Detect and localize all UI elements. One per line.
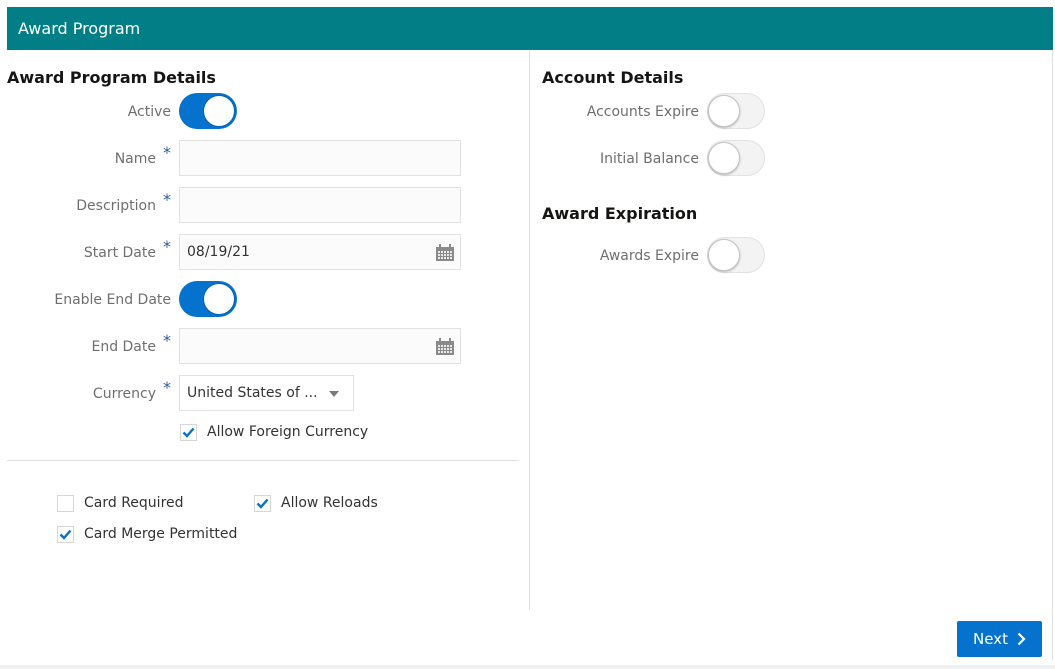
currency-value: United States of ... bbox=[187, 385, 318, 401]
page-title: Award Program bbox=[18, 19, 141, 38]
section-divider bbox=[7, 460, 519, 461]
accounts-expire-label: Accounts Expire bbox=[586, 104, 699, 120]
allow-foreign-currency-checkbox[interactable] bbox=[180, 424, 197, 441]
account-details-title: Account Details bbox=[542, 68, 684, 87]
checkmark-icon bbox=[256, 498, 269, 509]
name-label: Name bbox=[114, 151, 156, 167]
next-label: Next bbox=[973, 630, 1008, 648]
start-date-label: Start Date bbox=[83, 245, 156, 261]
calendar-icon[interactable] bbox=[436, 244, 454, 261]
toggle-knob bbox=[708, 239, 740, 271]
initial-balance-label: Initial Balance bbox=[599, 151, 699, 167]
required-icon: * bbox=[163, 237, 171, 256]
end-date-label: End Date bbox=[91, 339, 156, 355]
currency-label: Currency bbox=[92, 386, 156, 402]
start-date-value: 08/19/21 bbox=[187, 244, 250, 260]
calendar-icon[interactable] bbox=[436, 338, 454, 355]
active-toggle[interactable] bbox=[179, 93, 237, 129]
next-button[interactable]: Next bbox=[957, 621, 1042, 657]
description-input[interactable] bbox=[179, 187, 461, 223]
required-icon: * bbox=[163, 190, 171, 209]
accounts-expire-toggle[interactable] bbox=[707, 93, 765, 129]
enable-end-date-label: Enable End Date bbox=[54, 292, 171, 308]
description-label: Description bbox=[76, 198, 156, 214]
card-required-checkbox[interactable] bbox=[57, 495, 74, 512]
initial-balance-toggle[interactable] bbox=[707, 140, 765, 176]
toggle-knob bbox=[708, 95, 740, 127]
checkmark-icon bbox=[182, 427, 195, 438]
allow-reloads-label: Allow Reloads bbox=[281, 495, 378, 511]
awards-expire-toggle[interactable] bbox=[707, 237, 765, 273]
chevron-down-icon bbox=[329, 391, 339, 397]
chevron-right-icon bbox=[1017, 632, 1026, 646]
footer-border bbox=[0, 665, 1055, 669]
required-icon: * bbox=[163, 143, 171, 162]
active-label: Active bbox=[127, 104, 171, 120]
required-icon: * bbox=[163, 378, 171, 397]
award-program-details-title: Award Program Details bbox=[7, 68, 216, 87]
toggle-knob bbox=[203, 283, 235, 315]
end-date-input[interactable] bbox=[179, 328, 461, 364]
checkmark-icon bbox=[59, 529, 72, 540]
card-merge-permitted-checkbox[interactable] bbox=[57, 526, 74, 543]
column-divider bbox=[529, 50, 530, 610]
card-merge-permitted-label: Card Merge Permitted bbox=[84, 526, 238, 542]
allow-foreign-currency-label: Allow Foreign Currency bbox=[207, 424, 369, 440]
start-date-input[interactable]: 08/19/21 bbox=[179, 234, 461, 270]
currency-select[interactable]: United States of ... bbox=[179, 375, 354, 411]
awards-expire-label: Awards Expire bbox=[599, 248, 699, 264]
toggle-knob bbox=[203, 95, 235, 127]
name-input[interactable] bbox=[179, 140, 461, 176]
panel-border bbox=[1052, 50, 1053, 660]
allow-reloads-checkbox[interactable] bbox=[254, 495, 271, 512]
award-expiration-title: Award Expiration bbox=[542, 204, 698, 223]
enable-end-date-toggle[interactable] bbox=[179, 281, 237, 317]
required-icon: * bbox=[163, 331, 171, 350]
page-header: Award Program bbox=[7, 7, 1053, 50]
toggle-knob bbox=[708, 142, 740, 174]
card-required-label: Card Required bbox=[84, 495, 184, 511]
